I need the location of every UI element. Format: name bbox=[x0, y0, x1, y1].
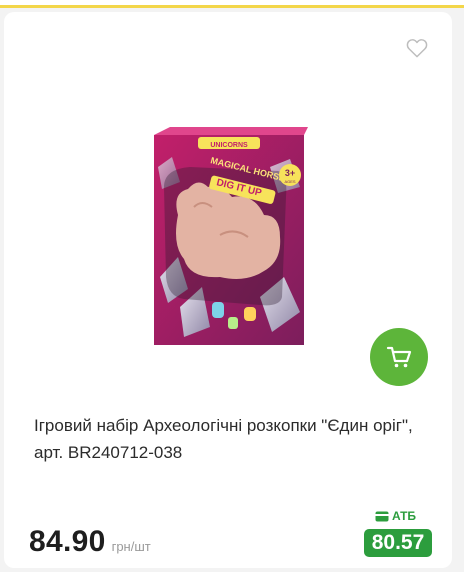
heart-icon bbox=[406, 39, 428, 58]
product-title[interactable]: Ігровий набір Археологічні розкопки "Єди… bbox=[34, 412, 434, 466]
card-icon bbox=[375, 511, 389, 521]
price-unit: грн/шт bbox=[111, 539, 151, 554]
atb-price-badge: 80.57 bbox=[364, 529, 432, 557]
add-to-cart-button[interactable] bbox=[370, 328, 428, 386]
cart-icon bbox=[386, 346, 412, 368]
box-top-banner-text: UNICORNS bbox=[210, 142, 248, 149]
product-card[interactable]: UNICORNS MAGICAL HORSE DIG IT UP 3+ AGES… bbox=[4, 12, 452, 568]
price-value: 84.90 bbox=[29, 525, 106, 558]
atb-card-label: АТБ bbox=[375, 509, 416, 523]
age-badge-text: 3+ bbox=[285, 168, 295, 178]
top-accent-stripe bbox=[0, 0, 464, 8]
favorite-button[interactable] bbox=[406, 38, 428, 58]
regular-price: 84.90 грн/шт bbox=[29, 525, 151, 559]
age-badge-sub-text: AGES bbox=[284, 179, 295, 184]
product-image[interactable]: UNICORNS MAGICAL HORSE DIG IT UP 3+ AGES bbox=[150, 127, 308, 347]
atb-label-text: АТБ bbox=[392, 509, 417, 523]
